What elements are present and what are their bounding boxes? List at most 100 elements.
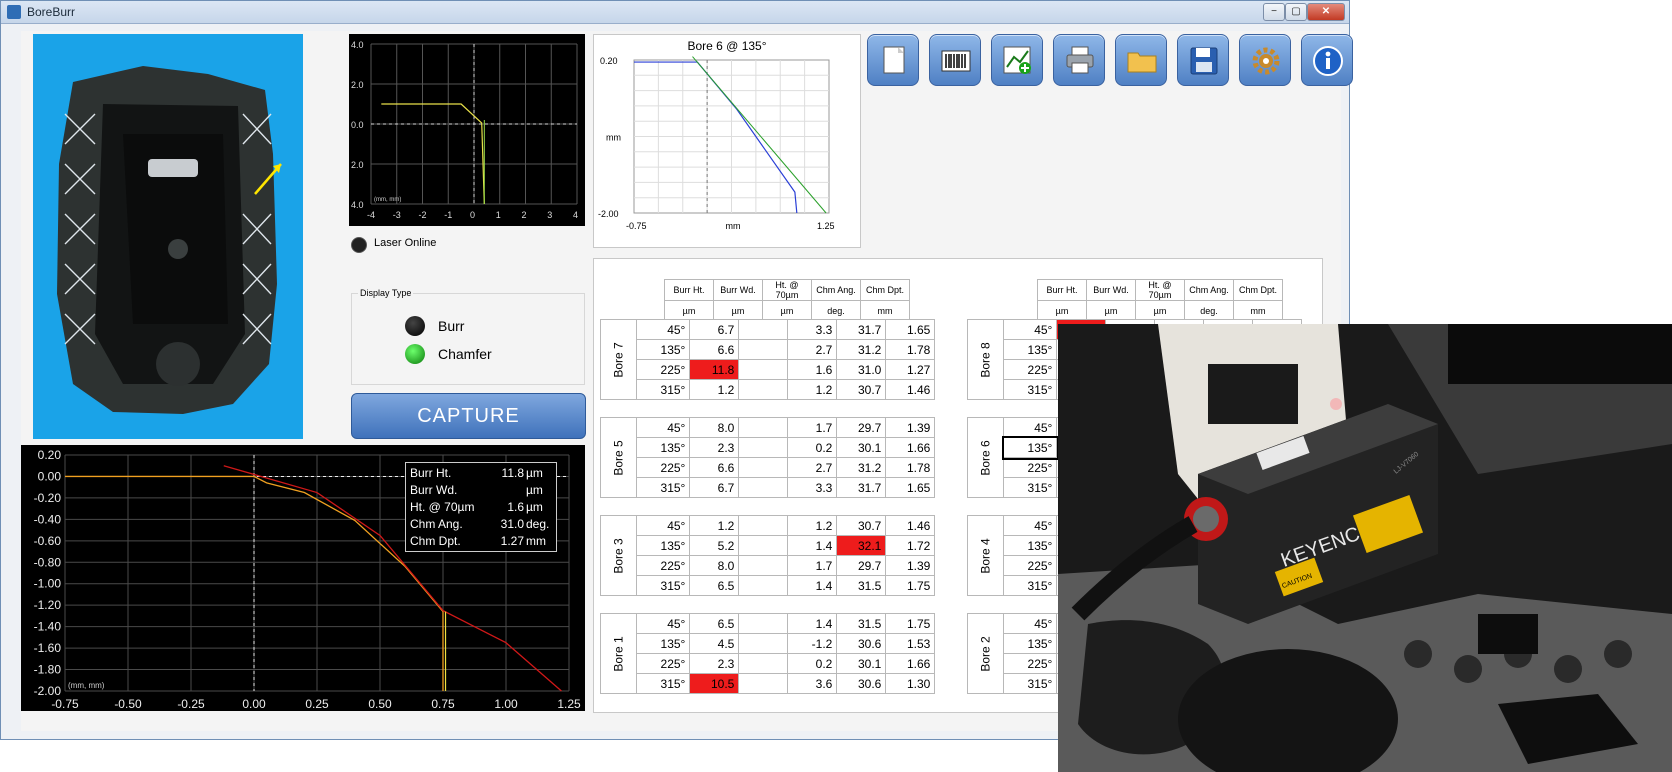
open-folder-button[interactable]: [1115, 34, 1167, 86]
readout-value: 31.0: [500, 517, 524, 531]
bore-plot-title: Bore 6 @ 135°: [687, 39, 766, 53]
cell-burr_wd: [738, 339, 789, 360]
x-tick-label: -4: [367, 210, 375, 220]
y-tick-label: 4.0: [351, 40, 364, 50]
table-row[interactable]: 135° 4.5 -1.2 30.6 1.53: [601, 633, 936, 654]
table-row[interactable]: 135° 5.2 1.4 32.1 1.72: [601, 535, 936, 556]
table-row[interactable]: 315° 6.5 1.4 31.5 1.75: [601, 575, 936, 596]
cell-chm_ang: 31.2: [836, 339, 887, 360]
info-icon: [1313, 46, 1343, 76]
cell-burr_wd: [738, 319, 789, 340]
angle-cell: 315°: [636, 379, 691, 400]
header-unit: mm: [1233, 300, 1283, 321]
capture-button[interactable]: CAPTURE: [351, 393, 586, 439]
table-row[interactable]: Bore 3 45° 1.2 1.2 30.7 1.46: [599, 515, 936, 596]
readout-row: Chm Dpt. 1.27 mm: [410, 534, 554, 550]
measurement-readout: Burr Ht. 11.8 µm Burr Wd. µm Ht. @ 70µm 1.6 µm C…: [405, 462, 557, 552]
angle-cell: 315°: [636, 575, 691, 596]
bore-label: Bore 3: [599, 515, 638, 596]
bore-label: Bore 7: [599, 319, 638, 400]
y-tick-label: -1.00: [34, 577, 62, 591]
cell-chm_ang: 32.1: [836, 535, 887, 556]
table-row[interactable]: Bore 1 45° 6.5 1.4 31.5 1.75: [599, 613, 936, 694]
close-button[interactable]: ✕: [1307, 3, 1345, 21]
y-tick-label: -2.00: [34, 684, 62, 698]
burr-radio[interactable]: [405, 316, 425, 336]
table-row[interactable]: 225° 6.6 2.7 31.2 1.78: [601, 457, 936, 478]
x-tick-label: -0.75: [51, 697, 79, 711]
print-button[interactable]: [1053, 34, 1105, 86]
chamfer-radio-label: Chamfer: [438, 346, 492, 362]
header-label: Burr Ht.: [664, 279, 714, 301]
minimize-button[interactable]: −: [1263, 3, 1285, 21]
angle-cell: 225°: [1003, 555, 1058, 576]
table-row[interactable]: 225° 11.8 1.6 31.0 1.27: [601, 359, 936, 380]
header-unit: µm: [713, 300, 763, 321]
cell-burr_ht: 6.7: [689, 477, 740, 498]
cell-burr_wd: [738, 379, 789, 400]
y-bottom-label: -2.00: [598, 209, 619, 219]
chamfer-radio[interactable]: [405, 344, 425, 364]
x-tick-label: 3: [547, 210, 552, 220]
x-tick-label: 2: [522, 210, 527, 220]
engine-block-image: [33, 34, 303, 439]
cell-burr_ht: 8.0: [689, 555, 740, 576]
readout-label: Chm Ang.: [410, 517, 463, 531]
header-label: Chm Ang.: [811, 279, 861, 301]
cell-chm_dpt: 1.27: [885, 359, 936, 380]
table-row[interactable]: Bore 7 45° 6.7 3.3 31.7 1.65: [599, 319, 936, 400]
y-top-label: 0.20: [600, 56, 618, 66]
floppy-disk-icon: [1190, 47, 1218, 75]
table-row[interactable]: 225° 2.3 0.2 30.1 1.66: [601, 653, 936, 674]
add-chart-button[interactable]: [991, 34, 1043, 86]
title-bar[interactable]: BoreBurr − ▢ ✕: [1, 1, 1349, 24]
angle-cell: 45°: [1003, 613, 1058, 634]
cell-ht70: 1.7: [787, 417, 838, 438]
angle-cell: 135°: [1001, 435, 1059, 460]
cell-burr_wd: [738, 437, 789, 458]
cell-burr_ht: 6.6: [689, 339, 740, 360]
table-row[interactable]: 315° 1.2 1.2 30.7 1.46: [601, 379, 936, 400]
settings-button[interactable]: [1239, 34, 1291, 86]
angle-cell: 225°: [636, 359, 691, 380]
x-tick-label: 0: [470, 210, 475, 220]
cell-burr_wd: [738, 555, 789, 576]
readout-row: Ht. @ 70µm 1.6 µm: [410, 500, 554, 516]
angle-cell: 225°: [636, 457, 691, 478]
bore-group-table: Bore 5 45° 8.0 1.7 29.7 1.39 135° 2.3 0.2 30.1 1.6…: [599, 417, 936, 498]
y-tick-label: -1.20: [34, 598, 62, 612]
burr-radio-label: Burr: [438, 318, 465, 334]
table-row[interactable]: 315° 10.5 3.6 30.6 1.30: [601, 673, 936, 694]
info-button[interactable]: [1301, 34, 1353, 86]
y-tick-label: -0.60: [34, 534, 62, 548]
display-type-group: Display Type: [351, 288, 585, 385]
maximize-button[interactable]: ▢: [1285, 3, 1307, 21]
table-row[interactable]: Bore 5 45° 8.0 1.7 29.7 1.39: [599, 417, 936, 498]
header-unit: mm: [860, 300, 910, 321]
angle-cell: 135°: [1003, 339, 1058, 360]
cell-chm_ang: 29.7: [836, 555, 887, 576]
table-row[interactable]: 315° 6.7 3.3 31.7 1.65: [601, 477, 936, 498]
cell-burr_wd: [738, 633, 789, 654]
barcode-button[interactable]: [929, 34, 981, 86]
cell-chm_dpt: 1.75: [885, 575, 936, 596]
barcode-icon: [941, 50, 971, 72]
angle-cell: 315°: [636, 673, 691, 694]
table-row[interactable]: 135° 6.6 2.7 31.2 1.78: [601, 339, 936, 360]
cell-burr_wd: [738, 673, 789, 694]
angle-cell: 45°: [1003, 417, 1058, 438]
y-tick-label: 0.20: [38, 448, 62, 462]
new-document-button[interactable]: [867, 34, 919, 86]
x-tick-label: -3: [393, 210, 401, 220]
cell-burr_ht: 10.5: [689, 673, 740, 694]
save-button[interactable]: [1177, 34, 1229, 86]
cell-chm_ang: 31.0: [836, 359, 887, 380]
x-tick-label: 1: [496, 210, 501, 220]
header-unit: deg.: [1184, 300, 1234, 321]
table-row[interactable]: 225° 8.0 1.7 29.7 1.39: [601, 555, 936, 576]
angle-cell: 135°: [1003, 535, 1058, 556]
angle-cell: 315°: [1003, 575, 1058, 596]
table-row[interactable]: 135° 2.3 0.2 30.1 1.66: [601, 437, 936, 458]
bore-label-text: Bore 3: [611, 537, 626, 574]
cell-ht70: 1.2: [787, 379, 838, 400]
